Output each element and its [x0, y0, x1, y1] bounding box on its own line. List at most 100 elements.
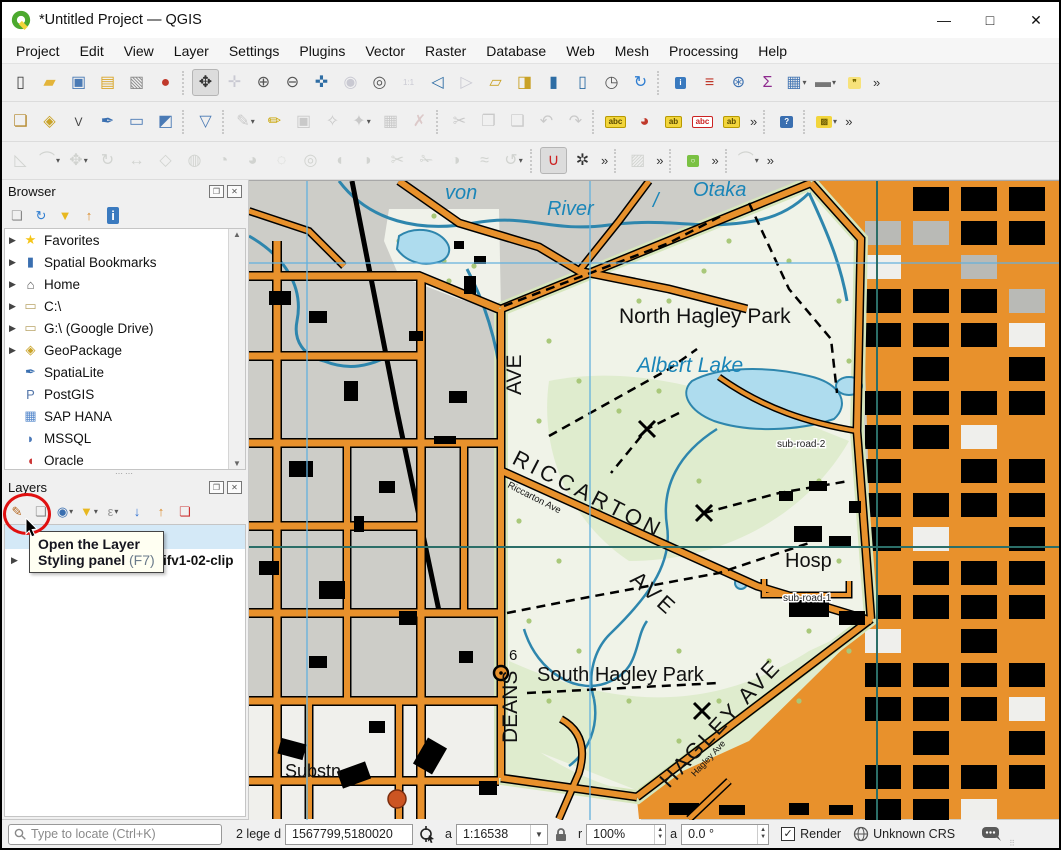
project-properties-icon[interactable]: ▤ — [94, 69, 121, 96]
browser-close-icon[interactable]: ✕ — [227, 185, 242, 198]
menu-help[interactable]: Help — [748, 40, 797, 62]
scroll-down-icon[interactable]: ▼ — [233, 459, 241, 468]
layer-diagram-options-icon[interactable]: ◕ — [631, 108, 658, 135]
browser-item-oracle[interactable]: ◖Oracle — [5, 449, 228, 470]
shape-digitizing-dropdown-icon[interactable]: ▾ — [755, 156, 759, 165]
locator-input[interactable]: Type to locate (Ctrl+K) — [8, 824, 222, 845]
toolbar-overflow-icon[interactable]: » — [763, 153, 778, 168]
new-shapefile-layer-icon[interactable]: V — [65, 108, 92, 135]
toolbar-overflow-icon[interactable]: » — [841, 114, 856, 129]
browser-item-g-google-drive[interactable]: ▶▭G:\ (Google Drive) — [5, 317, 228, 339]
menu-edit[interactable]: Edit — [70, 40, 114, 62]
expand-icon[interactable]: ▶ — [9, 345, 22, 356]
selection-tool-dropdown-icon[interactable]: ▾ — [833, 117, 837, 126]
menu-view[interactable]: View — [114, 40, 164, 62]
run-feature-action-icon[interactable]: ≡ — [696, 69, 723, 96]
render-checkbox[interactable]: ✓ — [781, 827, 795, 841]
temporal-controller-icon[interactable]: ◷ — [598, 69, 625, 96]
browser-item-mssql[interactable]: ◗MSSQL — [5, 427, 228, 449]
scroll-up-icon[interactable]: ▲ — [233, 230, 241, 239]
crs-label[interactable]: Unknown CRS — [873, 827, 955, 841]
layers-close-icon[interactable]: ✕ — [227, 481, 242, 494]
browser-scrollbar[interactable]: ▲ ▼ — [228, 229, 245, 469]
move-label-diagram-icon[interactable]: ab — [718, 108, 745, 135]
collapse-all-icon[interactable]: ↑ — [78, 204, 100, 226]
tracing-dropdown-icon[interactable]: ▾ — [56, 156, 60, 165]
magnifier-spin-arrows[interactable]: ▲▼ — [654, 825, 665, 844]
zoom-to-layer-icon[interactable]: ◎ — [366, 69, 393, 96]
collapse-all-layers-icon[interactable]: ↑ — [150, 500, 172, 522]
pan-map-icon[interactable]: ✥ — [192, 69, 219, 96]
move-feature-dropdown-icon[interactable]: ▾ — [84, 156, 88, 165]
data-source-manager-icon[interactable]: ❏ — [7, 108, 34, 135]
layer-expand-icon[interactable]: ▶ — [11, 555, 18, 566]
browser-properties-icon[interactable]: i — [102, 204, 124, 226]
new-geopackage-layer-icon[interactable]: ◈ — [36, 108, 63, 135]
expand-icon[interactable]: ▶ — [9, 301, 22, 312]
menu-processing[interactable]: Processing — [659, 40, 748, 62]
measure-icon[interactable]: ▬▾ — [812, 69, 839, 96]
current-edits-dropdown-icon[interactable]: ▾ — [251, 117, 255, 126]
statistics-panel-icon[interactable]: Σ — [754, 69, 781, 96]
browser-item-c[interactable]: ▶▭C:\ — [5, 295, 228, 317]
symbology-settings-icon[interactable]: ● — [152, 69, 179, 96]
new-virtual-layer-icon[interactable]: ▽ — [192, 108, 219, 135]
zoom-full-extent-icon[interactable]: ✜ — [308, 69, 335, 96]
open-attribute-table-icon[interactable]: ▦▾ — [783, 69, 810, 96]
refresh-map-icon[interactable]: ↻ — [627, 69, 654, 96]
browser-item-postgis[interactable]: PPostGIS — [5, 383, 228, 405]
remove-layer-icon[interactable]: ❏ — [174, 500, 196, 522]
layers-float-icon[interactable]: ❐ — [209, 481, 224, 494]
browser-item-spatialite[interactable]: ✒SpatiaLite — [5, 361, 228, 383]
processing-toolbox-icon[interactable]: ⊛ — [725, 69, 752, 96]
coordinate-display[interactable]: 1567799,5180020 — [285, 824, 413, 845]
menu-settings[interactable]: Settings — [219, 40, 290, 62]
new-project-icon[interactable]: ▯ — [7, 69, 34, 96]
filter-legend-dropdown-icon[interactable]: ▾ — [94, 507, 98, 516]
filter-legend-icon[interactable]: ▼▾ — [78, 500, 100, 522]
toolbar-overflow-icon[interactable]: » — [597, 153, 612, 168]
browser-float-icon[interactable]: ❐ — [209, 185, 224, 198]
refresh-browser-icon[interactable]: ↻ — [30, 204, 52, 226]
menu-plugins[interactable]: Plugins — [289, 40, 355, 62]
expand-all-layers-icon[interactable]: ↓ — [126, 500, 148, 522]
menu-database[interactable]: Database — [476, 40, 556, 62]
toolbar-overflow-icon[interactable]: » — [652, 153, 667, 168]
filter-by-expression-icon[interactable]: ε▾ — [102, 500, 124, 522]
new-temporary-scratch-layer-icon[interactable]: ▭ — [123, 108, 150, 135]
selection-tool-icon[interactable]: ▨▾ — [813, 108, 840, 135]
advanced-digitizing-dropdown-icon[interactable]: ▾ — [367, 117, 371, 126]
browser-item-geopackage[interactable]: ▶◈GeoPackage — [5, 339, 228, 361]
enable-snapping-icon[interactable]: ∪ — [540, 147, 567, 174]
menu-mesh[interactable]: Mesh — [605, 40, 659, 62]
crs-globe-icon[interactable] — [853, 826, 869, 842]
help-contents-icon[interactable]: ? — [773, 108, 800, 135]
style-manager-icon[interactable]: ▧ — [123, 69, 150, 96]
menu-raster[interactable]: Raster — [415, 40, 476, 62]
expand-icon[interactable]: ▶ — [9, 257, 22, 268]
toggle-editing-icon[interactable]: ✏ — [261, 108, 288, 135]
close-button[interactable]: ✕ — [1013, 2, 1059, 38]
resize-grip[interactable]: ⠿ — [1009, 839, 1016, 848]
highlight-pinned-labels-icon[interactable]: abc — [689, 108, 716, 135]
add-selected-layers-icon[interactable]: ❏ — [6, 204, 28, 226]
rotate-point-symbols-dropdown-icon[interactable]: ▾ — [519, 156, 523, 165]
browser-item-sap-hana[interactable]: ▦SAP HANA — [5, 405, 228, 427]
rotation-spin[interactable]: 0.0 ° ▲▼ — [681, 824, 769, 845]
new-map-view-icon[interactable]: ▱ — [482, 69, 509, 96]
new-3d-map-view-icon[interactable]: ◨ — [511, 69, 538, 96]
new-mesh-layer-icon[interactable]: ◩ — [152, 108, 179, 135]
open-project-icon[interactable]: ▰ — [36, 69, 63, 96]
measure-dropdown-icon[interactable]: ▾ — [832, 78, 836, 87]
filter-by-expression-dropdown-icon[interactable]: ▾ — [114, 507, 118, 516]
zoom-in-icon[interactable]: ⊕ — [250, 69, 277, 96]
browser-item-spatial-bookmarks[interactable]: ▶▮Spatial Bookmarks — [5, 251, 228, 273]
toolbar-overflow-icon[interactable]: » — [707, 153, 722, 168]
map-tips-icon[interactable]: ❞ — [841, 69, 868, 96]
zoom-out-icon[interactable]: ⊖ — [279, 69, 306, 96]
menu-layer[interactable]: Layer — [164, 40, 219, 62]
messages-icon[interactable] — [981, 826, 1005, 842]
new-spatial-bookmark-icon[interactable]: ▮ — [540, 69, 567, 96]
expand-icon[interactable]: ▶ — [9, 323, 22, 334]
manage-map-themes-icon[interactable]: ◉▾ — [54, 500, 76, 522]
